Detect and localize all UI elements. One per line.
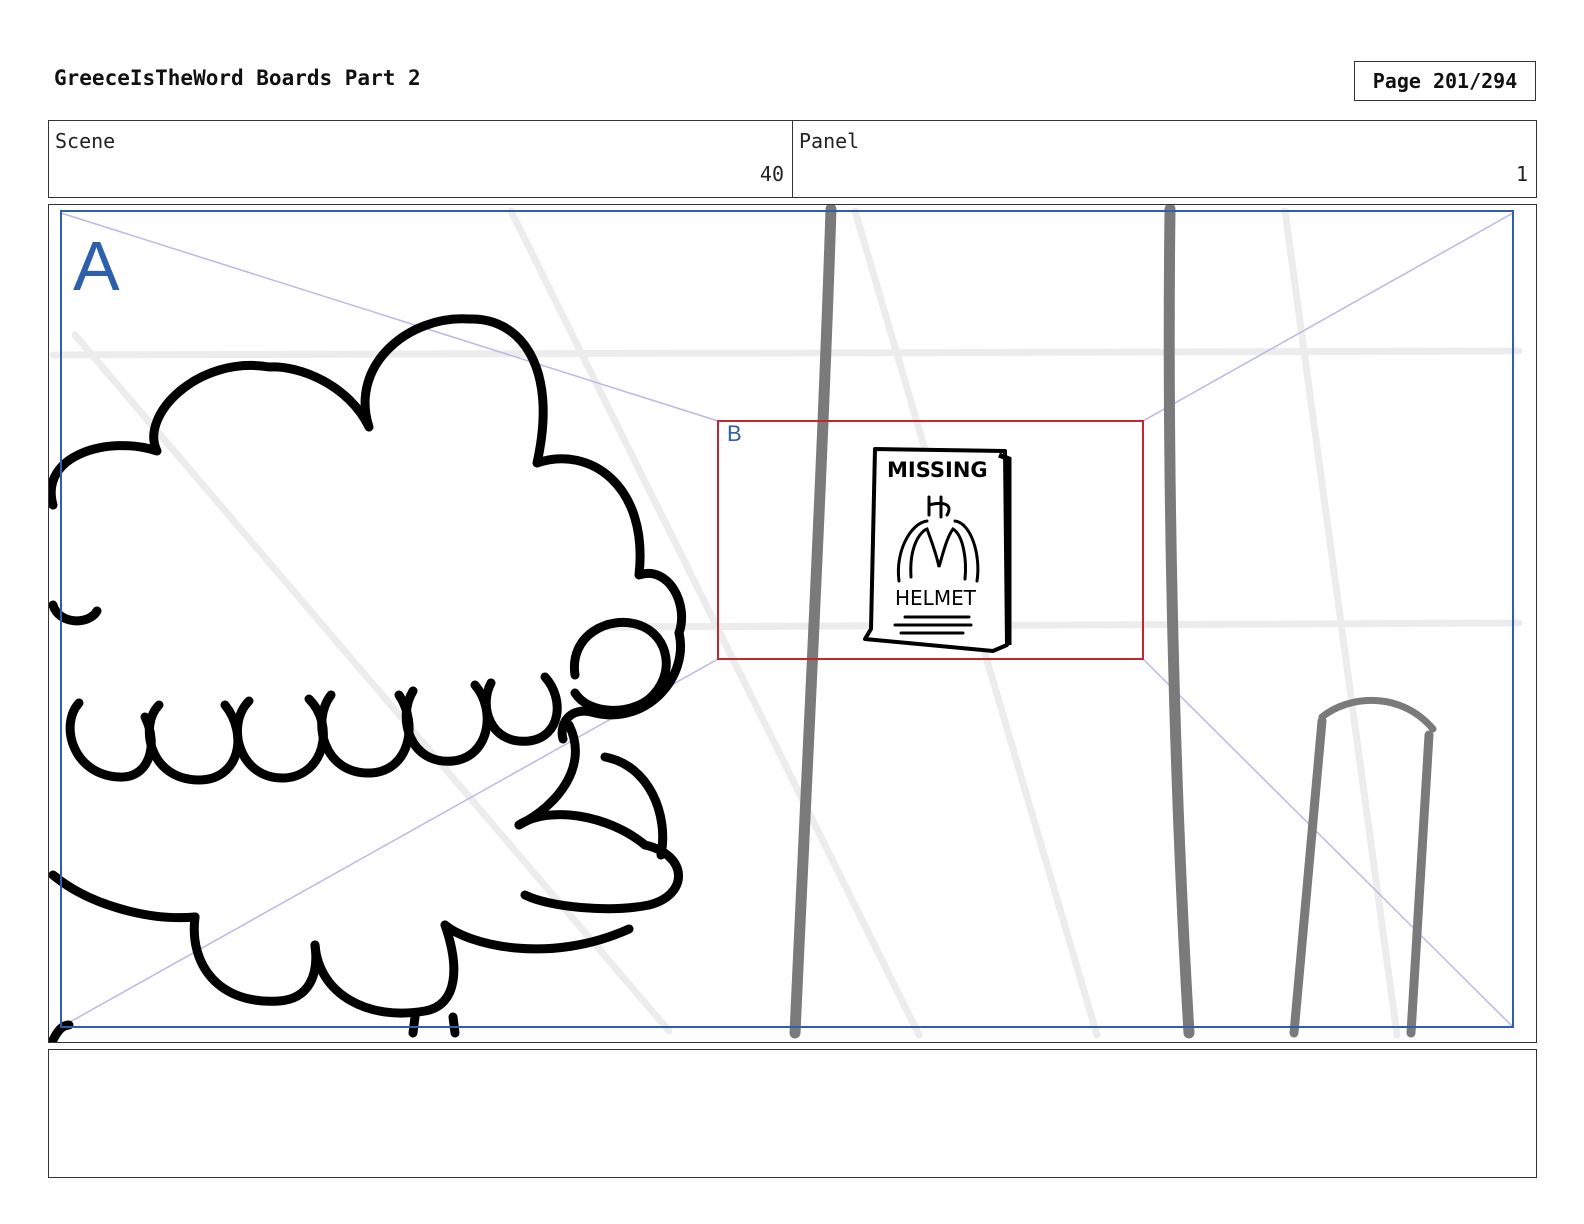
poster-title: MISSING xyxy=(887,458,988,482)
scene-cell: Scene 40 xyxy=(49,121,792,197)
page-counter: Page 201/294 xyxy=(1354,61,1536,101)
background-guides xyxy=(49,207,1523,1039)
frame-a-label: A xyxy=(73,227,120,305)
perspective-guides xyxy=(60,212,1514,1028)
storyboard-panel: MISSING HELMET A B xyxy=(48,204,1537,1043)
panel-drawing: MISSING HELMET xyxy=(49,205,1523,1042)
panel-label: Panel xyxy=(799,129,860,153)
scene-number: 40 xyxy=(759,162,784,186)
frame-b-label: B xyxy=(727,421,742,446)
notes-box[interactable] xyxy=(48,1049,1537,1178)
panel-cell: Panel 1 xyxy=(792,121,1536,197)
panel-number: 1 xyxy=(1515,162,1528,186)
missing-poster: MISSING HELMET xyxy=(863,447,1012,653)
scene-label: Scene xyxy=(55,129,116,153)
poster-caption: HELMET xyxy=(895,586,977,610)
board-title: GreeceIsTheWord Boards Part 2 xyxy=(54,66,421,90)
scene-panel-info: Scene 40 Panel 1 xyxy=(48,120,1537,198)
